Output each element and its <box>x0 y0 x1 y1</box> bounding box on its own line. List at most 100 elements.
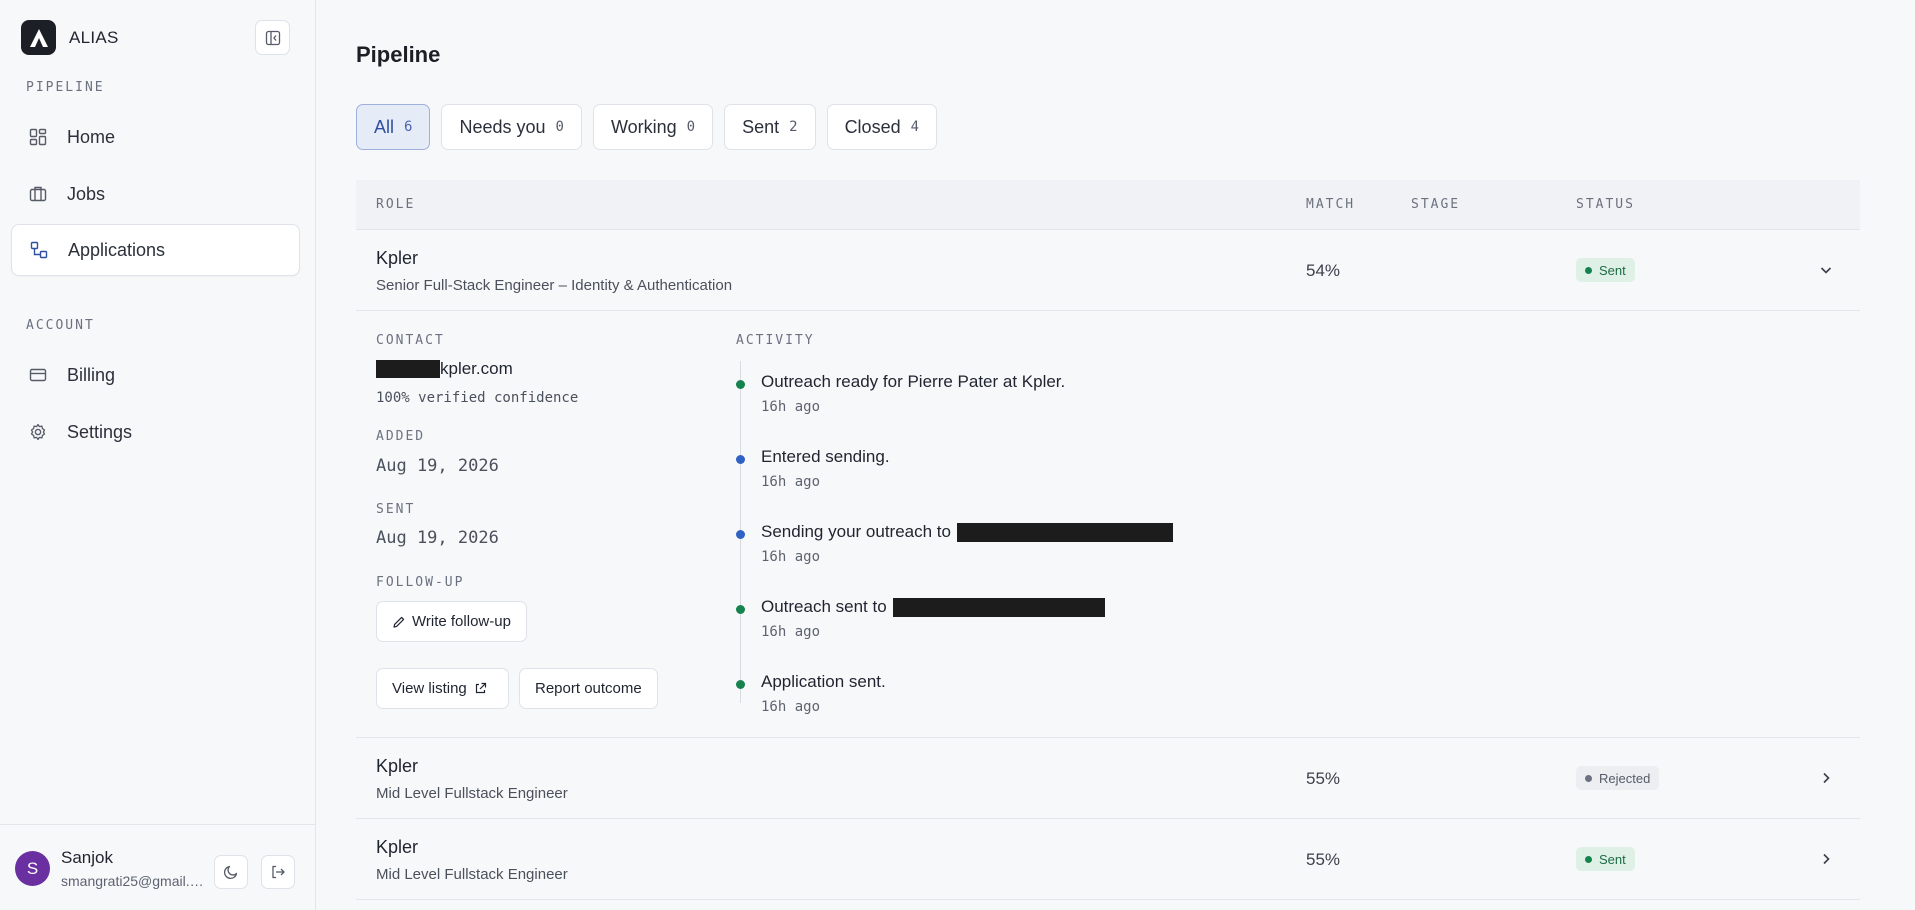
sidebar-item-label: Billing <box>67 364 116 385</box>
avatar[interactable]: S <box>15 851 50 886</box>
moon-icon <box>223 865 238 880</box>
contact-email-domain: kpler.com <box>440 359 513 378</box>
tab-sent[interactable]: Sent 2 <box>724 104 816 150</box>
button-label: View listing <box>392 680 467 697</box>
column-header-match[interactable]: MATCH <box>1306 197 1355 212</box>
briefcase-icon <box>27 183 49 205</box>
gear-icon <box>27 421 49 443</box>
redacted-block <box>892 597 1105 617</box>
tab-label: Working <box>610 116 677 137</box>
activity-time: 16h ago <box>761 699 821 715</box>
filter-tabs: All 6 Needs you 0 Working 0 Sent 2 Close… <box>356 104 948 150</box>
activity-text: Sending your outreach to <box>761 522 1173 542</box>
status-label: Sent <box>1599 262 1626 278</box>
activity-time: 16h ago <box>761 624 821 640</box>
pipeline-section-label: PIPELINE <box>26 80 105 95</box>
chevron-right-icon <box>1823 853 1830 865</box>
role-title: Senior Full-Stack Engineer – Identity & … <box>376 277 733 294</box>
status-badge: Sent <box>1576 847 1635 871</box>
activity-dot-icon <box>736 380 745 389</box>
external-link-icon <box>475 682 486 694</box>
column-header-stage[interactable]: STAGE <box>1411 197 1460 212</box>
contact-label: CONTACT <box>376 333 445 348</box>
tab-count: 6 <box>404 119 413 135</box>
tab-working[interactable]: Working 0 <box>592 104 714 150</box>
activity-time: 16h ago <box>761 549 821 565</box>
expand-row-button[interactable] <box>1816 768 1836 788</box>
tab-count: 0 <box>555 119 564 135</box>
status-badge: Rejected <box>1576 766 1660 790</box>
company-name: Kpler <box>376 248 419 268</box>
activity-text-label: Outreach sent to <box>761 597 887 616</box>
company-name: Kpler <box>376 837 419 857</box>
sidebar: ALIAS PIPELINE Home Jobs Applications AC… <box>0 0 316 910</box>
sent-date: Aug 19, 2026 <box>376 528 499 548</box>
contact-email[interactable]: kpler.com <box>376 359 513 379</box>
table-row[interactable]: Kpler Mid Level Fullstack Engineer 55% S… <box>356 819 1860 900</box>
table-header: ROLE MATCH STAGE STATUS <box>356 180 1860 230</box>
applications-table: ROLE MATCH STAGE STATUS Kpler Senior Ful… <box>356 180 1860 900</box>
sidebar-item-applications[interactable]: Applications <box>11 224 300 276</box>
table-row[interactable]: Kpler Senior Full-Stack Engineer – Ident… <box>356 230 1860 311</box>
tab-label: Needs you <box>459 116 546 137</box>
followup-label: FOLLOW-UP <box>376 575 465 590</box>
status-label: Rejected <box>1599 770 1651 786</box>
column-header-status[interactable]: STATUS <box>1576 197 1635 212</box>
chevron-right-icon <box>1823 772 1830 784</box>
status-dot-icon <box>1585 774 1592 782</box>
write-followup-button[interactable]: Write follow-up <box>376 601 527 642</box>
added-date: Aug 19, 2026 <box>376 456 499 476</box>
column-header-role[interactable]: ROLE <box>376 197 415 212</box>
application-detail-panel: CONTACT kpler.com 100% verified confiden… <box>356 311 1860 738</box>
tab-count: 0 <box>686 119 696 135</box>
status-label: Sent <box>1599 851 1626 867</box>
alias-logo-icon <box>21 20 56 55</box>
report-outcome-button[interactable]: Report outcome <box>519 668 658 709</box>
expand-row-button[interactable] <box>1816 849 1836 869</box>
sidebar-collapse-icon <box>265 30 280 45</box>
chevron-down-icon <box>1820 267 1832 274</box>
activity-dot-icon <box>736 605 745 614</box>
sidebar-item-label: Settings <box>67 421 133 442</box>
activity-time: 16h ago <box>761 399 821 415</box>
sidebar-item-billing[interactable]: Billing <box>11 349 300 401</box>
activity-dot-icon <box>736 680 745 689</box>
logout-button[interactable] <box>261 855 295 889</box>
tab-label: All <box>374 116 395 137</box>
collapse-row-button[interactable] <box>1816 260 1836 280</box>
activity-text: Outreach sent to <box>761 597 1105 617</box>
sidebar-item-label: Jobs <box>67 183 106 204</box>
activity-dot-icon <box>736 530 745 539</box>
user-email: smangrati25@gmail.com <box>61 873 207 889</box>
tab-label: Sent <box>742 116 780 137</box>
credit-card-icon <box>27 364 49 386</box>
sidebar-item-label: Applications <box>68 239 166 260</box>
view-listing-button[interactable]: View listing <box>376 668 509 709</box>
tab-closed[interactable]: Closed 4 <box>826 104 938 150</box>
added-label: ADDED <box>376 429 426 444</box>
brand[interactable]: ALIAS <box>21 20 119 55</box>
tab-count: 4 <box>910 119 920 135</box>
match-score: 55% <box>1306 850 1341 869</box>
tab-needs-you[interactable]: Needs you 0 <box>441 104 582 150</box>
pencil-icon <box>393 616 405 628</box>
table-row[interactable]: Kpler Mid Level Fullstack Engineer 55% R… <box>356 738 1860 819</box>
status-dot-icon <box>1585 266 1592 274</box>
tab-all[interactable]: All 6 <box>356 104 431 150</box>
role-title: Mid Level Fullstack Engineer <box>376 866 568 883</box>
activity-text: Entered sending. <box>761 447 890 466</box>
status-dot-icon <box>1585 855 1592 863</box>
main-content: Pipeline All 6 Needs you 0 Working 0 Sen… <box>316 0 1915 910</box>
match-score: 55% <box>1306 769 1341 788</box>
sent-label: SENT <box>376 502 416 517</box>
role-title: Mid Level Fullstack Engineer <box>376 785 568 802</box>
sidebar-item-settings[interactable]: Settings <box>11 406 300 458</box>
theme-toggle-button[interactable] <box>214 855 248 889</box>
tab-label: Closed <box>844 116 901 137</box>
user-panel: S Sanjok smangrati25@gmail.com <box>0 824 316 910</box>
activity-text-label: Sending your outreach to <box>761 522 951 541</box>
sidebar-item-home[interactable]: Home <box>11 111 300 163</box>
collapse-sidebar-button[interactable] <box>255 20 290 55</box>
account-section-label: ACCOUNT <box>26 318 95 333</box>
sidebar-item-jobs[interactable]: Jobs <box>11 168 300 220</box>
